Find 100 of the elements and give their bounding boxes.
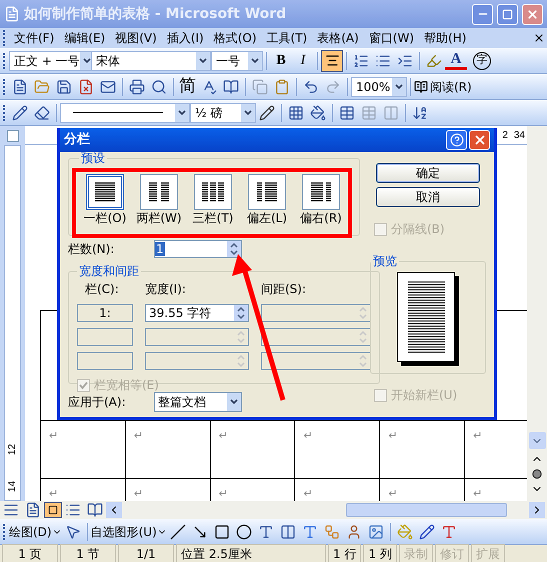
- text-box-icon: [258, 524, 274, 540]
- web-view-icon: [25, 502, 41, 518]
- browse-object-icon[interactable]: [532, 469, 542, 479]
- text-color-icon: [440, 524, 457, 540]
- undo-icon: [303, 78, 319, 94]
- close-document-button[interactable]: [533, 32, 545, 44]
- ruler-number: 14: [6, 480, 19, 492]
- pointer-icon: [64, 524, 81, 540]
- menu-item[interactable]: 帮助(H): [419, 29, 472, 47]
- width-field[interactable]: 39.55 字符: [145, 304, 249, 322]
- paragraph-mark: ↵: [49, 487, 58, 500]
- zoom-dropdown[interactable]: 100%: [351, 76, 407, 96]
- italic-button[interactable]: I: [292, 50, 314, 71]
- menu-item[interactable]: 编辑(E): [59, 29, 110, 47]
- line-weight-dropdown[interactable]: ½ 磅: [190, 102, 256, 122]
- paragraph-mark: ↵: [473, 487, 482, 500]
- maximize-button[interactable]: [497, 4, 518, 24]
- checkmark-icon: [79, 380, 88, 390]
- ok-button[interactable]: 确定: [376, 163, 480, 183]
- normal-view-icon: [3, 502, 19, 518]
- status-field: 1 列: [363, 544, 397, 562]
- separator-label: 分隔线(B): [391, 221, 445, 238]
- pen-color-icon: [259, 104, 275, 120]
- status-field: 修订: [434, 544, 469, 562]
- read-button[interactable]: 阅读(R): [414, 78, 472, 96]
- spinner-icon[interactable]: [227, 241, 241, 257]
- clip-art-icon: [346, 524, 362, 540]
- column-header: 宽度(I):: [145, 281, 187, 298]
- group-label: 预览: [372, 253, 398, 270]
- close-icon: [533, 32, 545, 44]
- cancel-button[interactable]: 取消: [376, 187, 480, 207]
- wordart-icon: [302, 524, 318, 540]
- highlighter-icon: [426, 52, 442, 68]
- help-icon: [450, 133, 464, 147]
- paragraph-mark: ↵: [388, 487, 398, 500]
- numbered-list-icon: [353, 52, 369, 68]
- paragraph-mark: ↵: [388, 429, 398, 442]
- menu-item[interactable]: 窗口(W): [364, 29, 420, 47]
- spacing-field[interactable]: [261, 328, 371, 346]
- picture-icon: [368, 524, 384, 540]
- paragraph-mark: ↵: [49, 429, 58, 442]
- menu-item[interactable]: 插入(I): [162, 29, 209, 47]
- font-dropdown[interactable]: 宋体: [91, 50, 211, 70]
- align-center-button[interactable]: [321, 50, 343, 72]
- close-icon: [472, 133, 486, 147]
- autoshapes-menu[interactable]: 自选图形(U): [90, 522, 167, 540]
- font-color-button[interactable]: A: [445, 51, 467, 70]
- document-icon: [4, 6, 20, 22]
- ruler-number: 34: [514, 128, 525, 142]
- new-document-icon: [12, 78, 28, 94]
- save-icon: [56, 78, 72, 94]
- bullet-list-icon: [375, 52, 391, 68]
- spacing-field[interactable]: [261, 304, 371, 322]
- scroll-right-button[interactable]: [529, 502, 545, 518]
- tab-selector-icon[interactable]: [6, 130, 18, 142]
- paragraph-mark: ↵: [218, 429, 228, 442]
- apply-to-dropdown[interactable]: 整篇文档: [154, 392, 242, 412]
- paragraph-mark: ↵: [303, 429, 313, 442]
- spinner-icon[interactable]: [234, 305, 248, 321]
- group-label: 宽度和间距: [78, 263, 140, 280]
- menu-item[interactable]: 工具(T): [262, 29, 312, 47]
- scroll-thumb[interactable]: [346, 503, 507, 517]
- status-field: 1 页: [2, 544, 58, 562]
- status-field: 1 行: [328, 544, 362, 562]
- spacing-field[interactable]: [261, 352, 371, 370]
- split-cells-icon: [383, 104, 399, 120]
- scroll-left-button[interactable]: [106, 502, 122, 518]
- menu-item[interactable]: 视图(V): [110, 29, 162, 47]
- help-button[interactable]: [446, 130, 467, 150]
- character-border-button[interactable]: 字: [473, 52, 491, 70]
- columns-count-field[interactable]: 1: [154, 240, 242, 258]
- close-button[interactable]: [469, 130, 490, 150]
- close-button[interactable]: [522, 4, 543, 24]
- minimize-button[interactable]: [472, 4, 493, 24]
- style-dropdown[interactable]: 正文 + 一号: [9, 50, 91, 70]
- line-icon: [170, 524, 186, 540]
- draw-menu[interactable]: 绘图(D): [9, 522, 62, 540]
- convert-chinese-button[interactable]: 简: [177, 74, 198, 99]
- paste-icon: [274, 78, 290, 94]
- menu-item[interactable]: 表格(A): [312, 29, 364, 47]
- outline-view-icon: [65, 502, 81, 518]
- column-header: 栏(C):: [84, 281, 120, 298]
- group-label: 预设: [80, 152, 106, 165]
- menu-item[interactable]: 格式(O): [208, 29, 262, 47]
- line-style-dropdown[interactable]: [60, 102, 190, 122]
- menu-item[interactable]: 文件(F): [9, 29, 60, 47]
- fill-color-icon: [396, 524, 413, 540]
- mail-icon: [100, 78, 116, 94]
- line-color-icon: [418, 524, 435, 540]
- borders-icon: [288, 104, 304, 120]
- sort-icon: [412, 104, 428, 120]
- bold-button[interactable]: B: [270, 50, 292, 71]
- status-field: 录制: [398, 544, 433, 562]
- font-size-dropdown[interactable]: 一号: [211, 50, 263, 70]
- print-layout-button[interactable]: [44, 502, 62, 518]
- reading-view-icon: [87, 502, 103, 518]
- vertical-scrollbar[interactable]: [527, 126, 547, 501]
- apply-to-label: 应用于(A):: [68, 394, 127, 411]
- vertical-text-box-icon: [280, 524, 296, 540]
- scroll-down-button[interactable]: [528, 432, 546, 449]
